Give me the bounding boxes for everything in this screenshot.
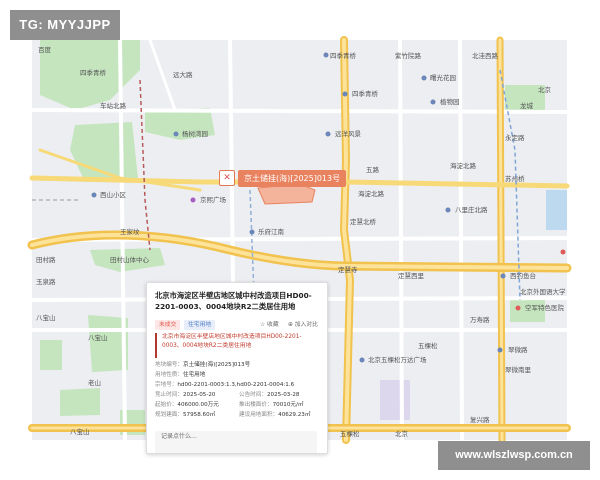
map-label-l01: 百度 [38,45,52,54]
collect-button[interactable]: ☆ 收藏 [260,320,279,330]
map-label-l37: 翠微路 [508,345,528,354]
map-label-l43: 八宝山 [88,333,108,342]
star-icon: ☆ [260,322,266,328]
collect-label: 收藏 [267,322,279,328]
compare-label: 加入对比 [294,322,318,328]
map-label-l11: 车站北路 [100,101,127,110]
map-label-l21: 京熙广场 [200,195,227,204]
map-label-l09: 四季青桥 [352,89,379,98]
mall-area [380,380,410,420]
field-number-label: 地块编号： [155,362,183,368]
map-label-l38: 翠微南里 [505,365,532,374]
map-label-l27: 定慧寺 [338,265,358,274]
map-label-l02: 四季青桥 [330,51,357,60]
field-announce-value: 2025-03-28 [266,392,300,398]
map-label-l10: 植物园 [440,97,460,106]
field-price-value: 406000.00万元 [177,402,219,408]
map-label-l03: 紫竹院路 [395,51,422,60]
type-badge: 住宅用地 [184,320,216,330]
map-label-l12: 龙城 [520,101,534,110]
map-label-l20: 苏州桥 [505,174,525,183]
field-use-value: 住宅用地 [182,372,206,378]
map-label-l28: 定慧西里 [398,271,425,280]
watermark-top-left: TG: MYYJJPP [10,10,120,40]
watermark-bottom-right: www.wlszlwsp.com.cn [438,441,590,470]
map-label-l22: 八里庄北路 [455,205,488,214]
map-label-l04: 北洼西路 [472,51,499,60]
land-info-card: 北京市海淀区半壁店地区城中村改造项目HD00-2201-0003、0004地块R… [146,282,328,454]
field-start-label: 竞止时间： [155,392,183,398]
map-label-l39: 复兴路 [470,415,490,424]
field-id-label: 宗地号： [155,382,178,388]
field-announce-label: 公告时间： [239,392,267,398]
map-label-l18: 海淀北路 [358,189,385,198]
field-start: 竞止时间：2025-05-20 [155,391,216,400]
field-floor-value: 70010元/㎡ [272,402,304,408]
field-area-label: 规划建面： [155,412,183,418]
map-label-l34: 八宝山 [36,313,56,322]
map-label-l44: 田村路 [36,255,56,264]
field-announce: 公告时间：2025-03-28 [239,391,300,400]
field-floor-label: 推出楼面价： [239,402,273,408]
field-area: 规划建面：57958.60㎡ [155,411,215,420]
field-number-value: 京土储挂(海)[2025]013号 [182,362,251,368]
land-marker-label: 京土储挂(海)[2025]013号 [238,169,347,187]
map-label-l17: 五路 [366,165,380,174]
map-label-l29: 西钓鱼台 [510,271,536,280]
map-label-l40: 八宝山 [70,427,90,436]
map-label-l31: 北京外国语大学 [520,287,566,296]
map-label-l33: 万寿路 [470,315,490,324]
water-area [546,190,567,230]
field-use-label: 用地性质： [155,372,183,378]
field-land: 建设用地面积：40629.23㎡ [239,411,310,420]
note-input[interactable]: 记录点什么... [155,431,317,453]
plus-icon: ⊕ [288,322,293,328]
map-label-l25: 乐府江南 [258,227,285,236]
field-number: 地块编号：京土储挂(海)[2025]013号 [155,361,250,370]
map-label-l32: 空军特色医院 [525,303,565,312]
status-badge: 未成交 [155,320,181,330]
map-label-l35: 北京五棵松万达广场 [368,355,427,364]
field-price-label: 起始价： [155,402,178,408]
field-use: 用地性质：住宅用地 [155,371,205,380]
map-label-l16: 西山小区 [100,190,127,199]
card-title: 北京市海淀区半壁店地区城中村改造项目HD00-2201-0003、0004地块R… [155,291,312,311]
map-label-l42: 北京 [395,429,409,438]
map-label-l13: 杨树湾园 [182,129,208,138]
map-label-l41: 五棵松 [340,429,360,438]
card-description: 北京市海淀区半壁店地区城中村改造项目HD00-2201-0003、0004地块R… [155,333,320,358]
map-label-l30: 玉泉路 [36,277,56,286]
map-label-l36: 五棵松 [418,341,438,350]
close-icon[interactable]: ✕ [219,170,235,186]
map-label-l14: 远洋风景 [335,129,362,138]
map-label-l19: 海淀北路 [450,161,477,170]
map-label-l45: 老山 [88,378,101,387]
map-label-l08: 北京 [538,85,552,94]
land-marker[interactable]: ✕ 京土储挂(海)[2025]013号 [219,168,347,188]
map-label-l15: 永定路 [505,133,525,142]
compare-button[interactable]: ⊕ 加入对比 [288,320,318,330]
field-id-value: hd00-2201-0003:1.3,hd00-2201-0004:1.6 [177,382,295,388]
map-label-l07: 远大路 [173,70,193,79]
field-land-value: 40629.23㎡ [278,412,311,418]
map-label-l06: 曙光花园 [430,73,456,82]
field-start-value: 2025-05-20 [182,392,216,398]
field-price: 起始价：406000.00万元 [155,401,219,410]
field-land-label: 建设用地面积： [239,412,279,418]
field-floor: 推出楼面价：70010元/㎡ [239,401,303,410]
map-label-l26: 田村山体中心 [110,255,150,264]
field-area-value: 57958.60㎡ [182,412,216,418]
map-label-l05: 四季青桥 [80,68,107,77]
field-id: 宗地号：hd00-2201-0003:1.3,hd00-2201-0004:1.… [155,381,294,390]
map-label-l23: 定慧北桥 [350,217,377,226]
map-label-l24: 王家坟 [120,227,140,236]
